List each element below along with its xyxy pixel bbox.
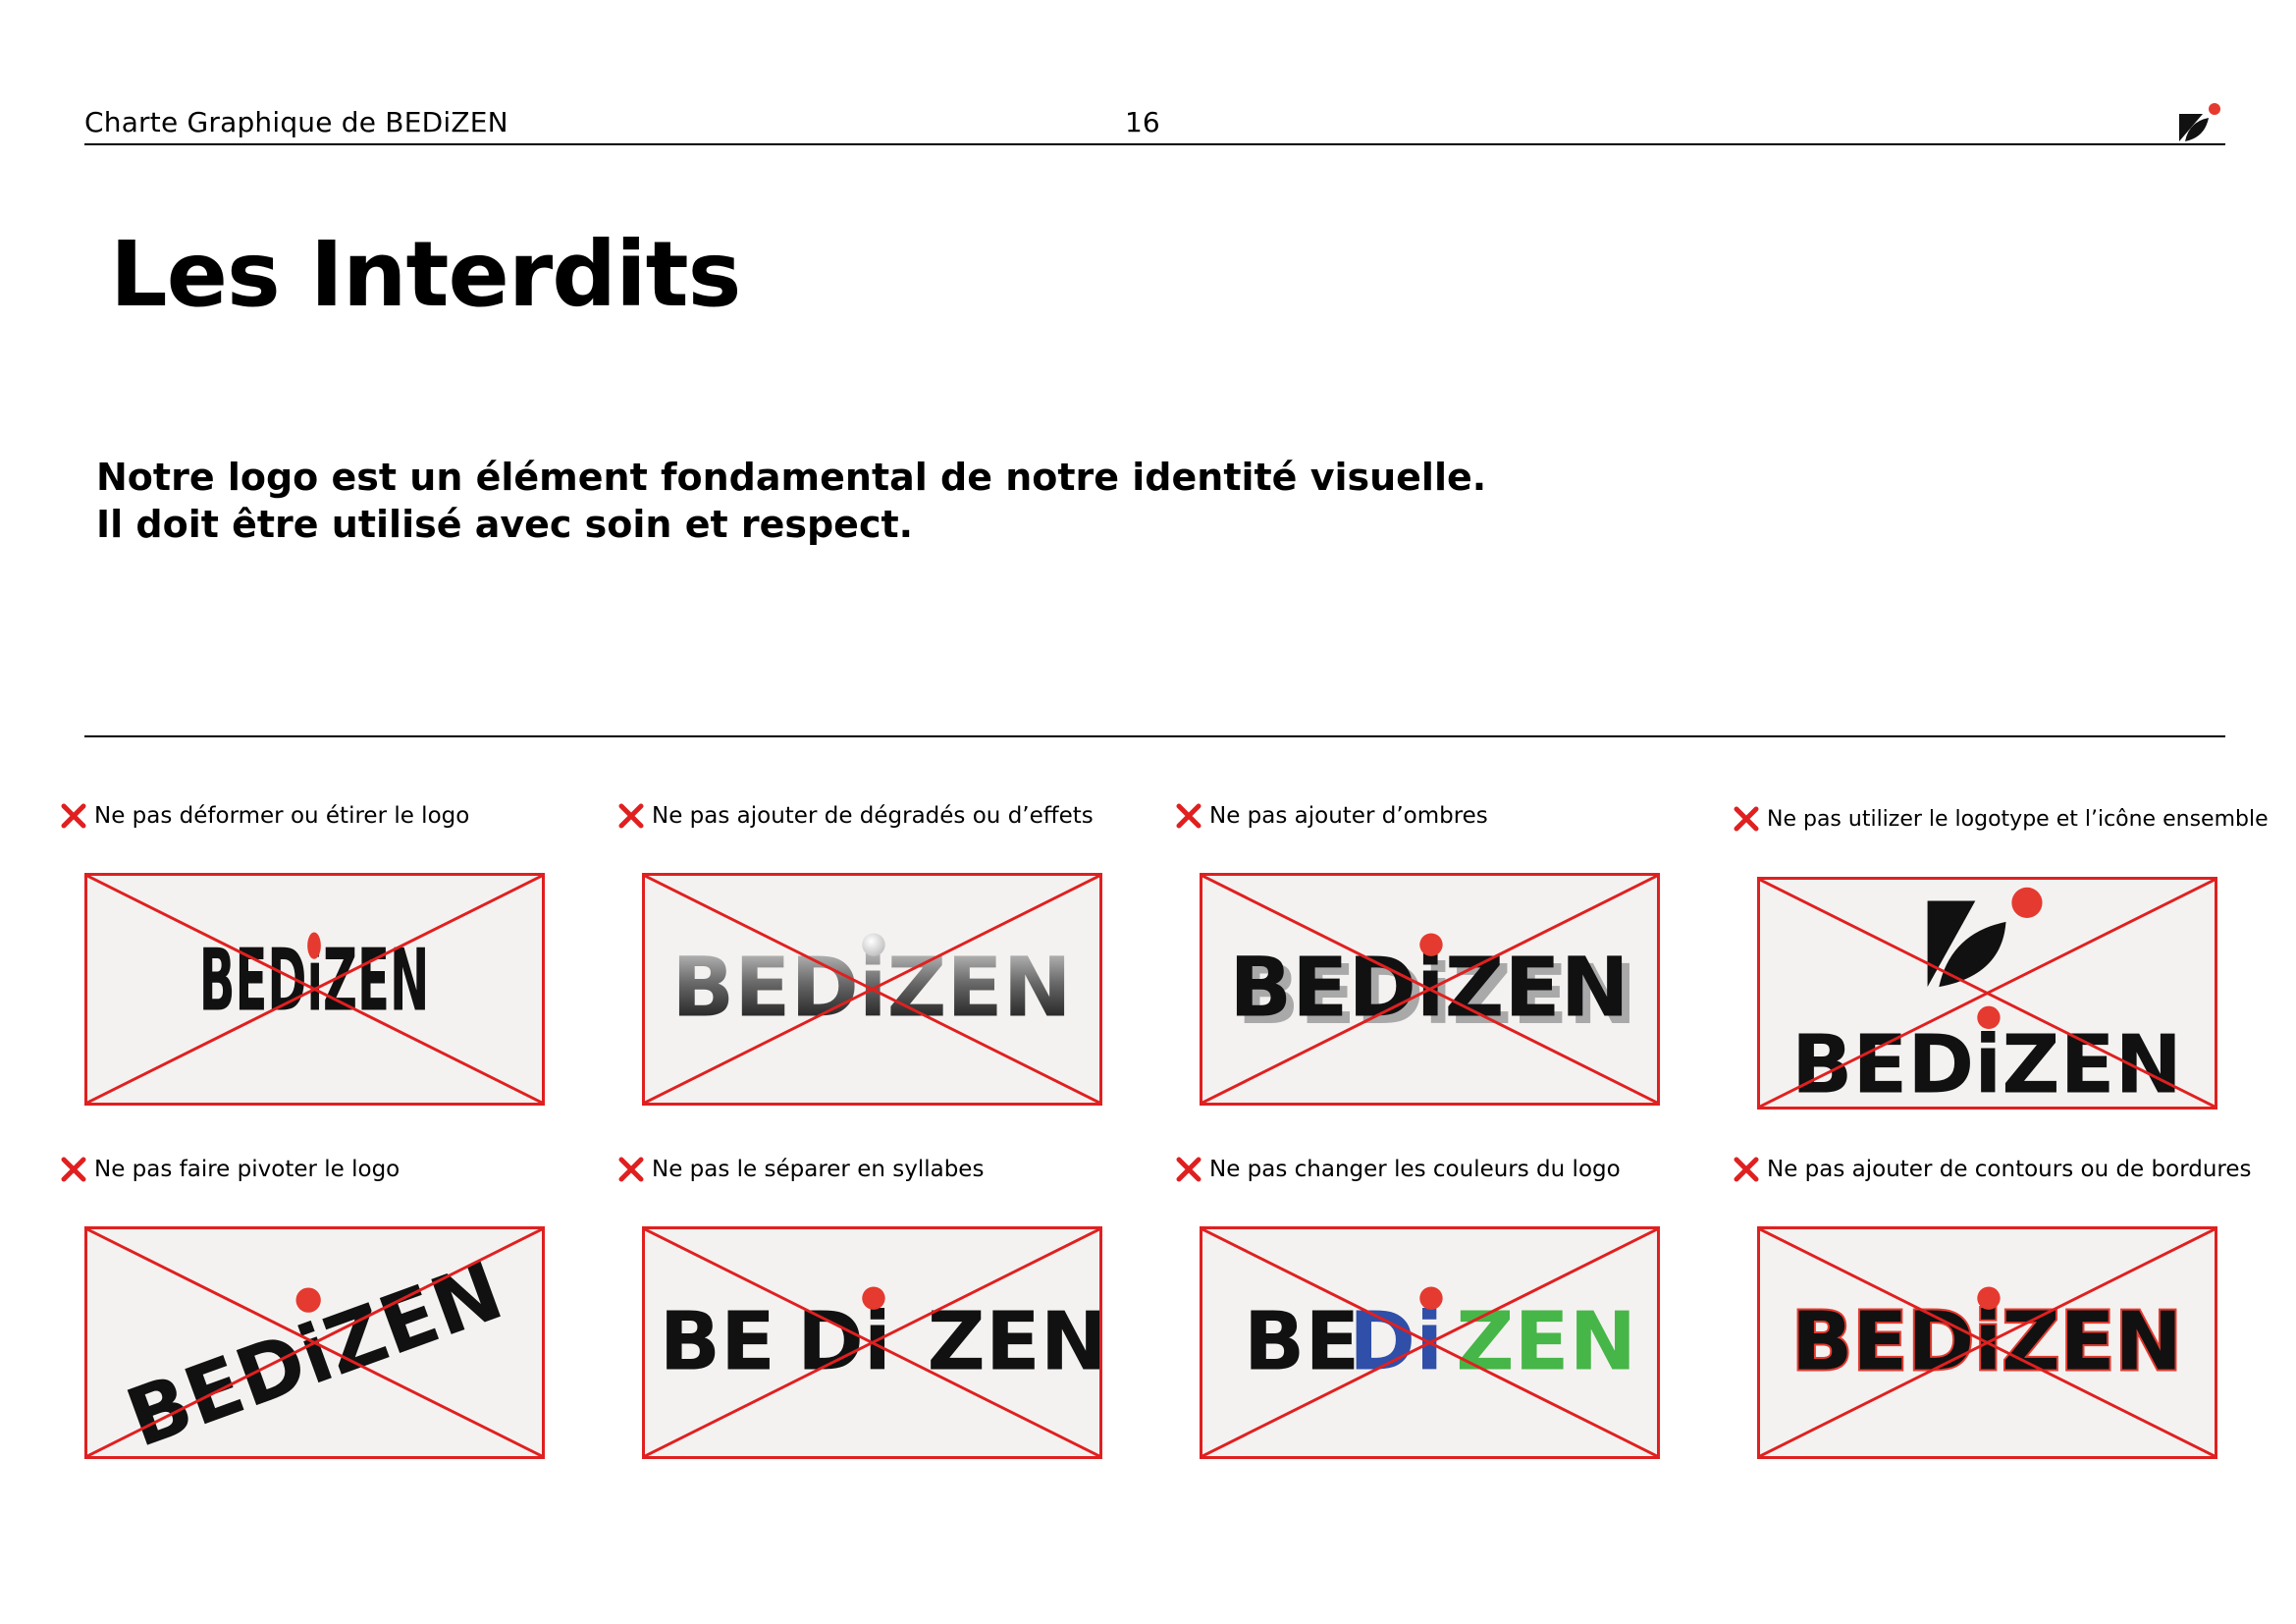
example-shadow-logo: BEDiZEN BEDiZEN	[1200, 873, 1660, 1106]
header-divider	[84, 143, 2225, 145]
rule-caption-outline: Ne pas ajouter de contours ou de bordure…	[1734, 1157, 2252, 1182]
header-title: Charte Graphique de BEDiZEN	[84, 106, 508, 138]
page-number: 16	[1125, 106, 1160, 138]
caption-text: Ne pas ajouter de dégradés ou d’effets	[652, 803, 1094, 829]
rule-caption-colors: Ne pas changer les couleurs du logo	[1176, 1157, 1621, 1182]
page-title: Les Interdits	[110, 222, 741, 327]
cross-icon	[1176, 803, 1201, 829]
intro-line-2: Il doit être utilisé avec soin et respec…	[96, 503, 914, 546]
example-stretched-logo: BEDiZEN	[84, 873, 545, 1106]
cross-icon	[618, 1157, 644, 1182]
caption-text: Ne pas ajouter d’ombres	[1209, 803, 1488, 829]
caption-text: Ne pas utilizer le logotype et l’icône e…	[1767, 806, 2269, 832]
caption-text: Ne pas déformer ou étirer le logo	[94, 803, 470, 829]
cross-icon	[618, 803, 644, 829]
caption-text: Ne pas faire pivoter le logo	[94, 1157, 400, 1182]
intro-line-1: Notre logo est un élément fondamental de…	[96, 456, 1487, 499]
cross-icon	[61, 1157, 86, 1182]
caption-text: Ne pas le séparer en syllabes	[652, 1157, 985, 1182]
rule-caption-stacked: Ne pas utilizer le logotype et l’icône e…	[1734, 806, 2269, 832]
example-wrong-colors-logo: BE Di ZEN	[1200, 1226, 1660, 1459]
intro-text: Notre logo est un élément fondamental de…	[96, 454, 1486, 548]
bedizen-icon	[2179, 103, 2220, 141]
rule-caption-stretch: Ne pas déformer ou étirer le logo	[61, 803, 469, 829]
example-stacked-logo: BEDiZEN	[1757, 877, 2217, 1110]
example-gradient-logo: BEDiZEN	[642, 873, 1102, 1106]
caption-text: Ne pas changer les couleurs du logo	[1209, 1157, 1621, 1182]
rule-caption-shadow: Ne pas ajouter d’ombres	[1176, 803, 1488, 829]
cross-icon	[1734, 806, 1759, 832]
cross-icon	[61, 803, 86, 829]
rule-caption-syllables: Ne pas le séparer en syllabes	[618, 1157, 984, 1182]
rule-caption-gradient: Ne pas ajouter de dégradés ou d’effets	[618, 803, 1094, 829]
example-rotated-logo: BEDiZEN	[84, 1226, 545, 1459]
example-outline-logo: BEDiZEN	[1757, 1226, 2217, 1459]
rule-caption-rotate: Ne pas faire pivoter le logo	[61, 1157, 400, 1182]
example-syllables-logo: BE Di ZEN	[642, 1226, 1102, 1459]
cross-icon	[1734, 1157, 1759, 1182]
caption-text: Ne pas ajouter de contours ou de bordure…	[1767, 1157, 2252, 1182]
section-divider	[84, 735, 2225, 737]
cross-icon	[1176, 1157, 1201, 1182]
